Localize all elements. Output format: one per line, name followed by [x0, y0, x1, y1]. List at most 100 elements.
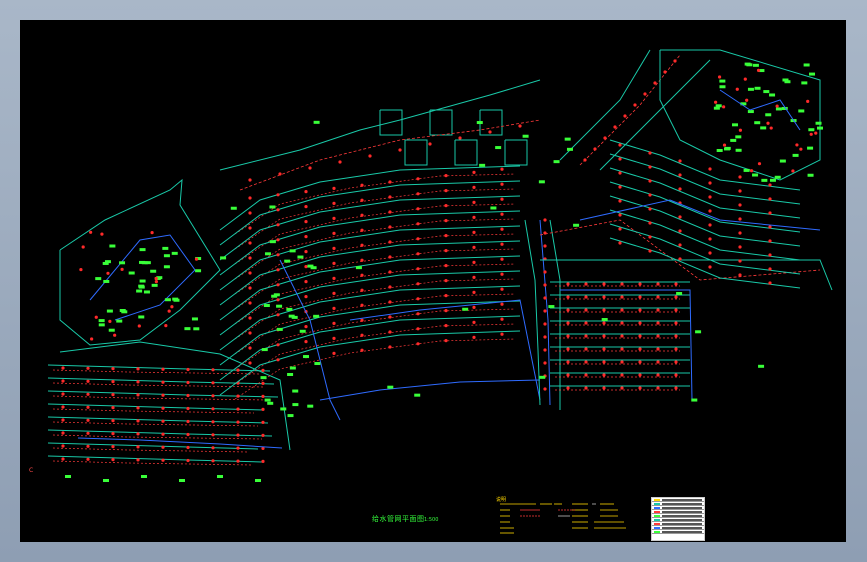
pipe-node: [620, 308, 624, 312]
pipe-node: [86, 405, 90, 409]
pipe-node: [304, 205, 308, 209]
green-label: [138, 315, 145, 319]
pipe-node: [678, 187, 682, 191]
pipe-node: [61, 392, 65, 396]
pipe-node: [360, 303, 364, 307]
pipe-node: [500, 242, 504, 246]
pipe-node: [111, 380, 115, 384]
pipe-node: [150, 231, 154, 235]
pipe-node: [678, 257, 682, 261]
green-label: [566, 147, 573, 151]
pipe-node: [211, 446, 215, 450]
green-label: [758, 364, 765, 368]
pipe-node: [543, 309, 547, 313]
pipe-node: [566, 360, 570, 364]
pipe-node: [602, 360, 606, 364]
pipe-node: [648, 165, 652, 169]
green-label: [760, 126, 767, 130]
pipe-node: [360, 228, 364, 232]
pipe-node: [638, 386, 642, 390]
cad-viewport[interactable]: 给水管网平面图 1:500 C 说明: [20, 20, 846, 542]
green-label: [724, 146, 731, 150]
small-plot: [429, 109, 453, 136]
pipe-node: [360, 198, 364, 202]
service-line: [52, 421, 259, 427]
green-label: [276, 327, 283, 331]
pipe-node: [332, 351, 336, 355]
green-label: [276, 304, 283, 308]
green-label: [98, 319, 105, 323]
pipe-node: [500, 167, 504, 171]
pipe-node: [543, 322, 547, 326]
pipe-node: [799, 147, 803, 151]
pipe-node: [161, 458, 165, 462]
green-label: [116, 319, 123, 323]
service-line: [52, 460, 253, 466]
legend-text: [662, 531, 702, 533]
pipe-node: [248, 331, 252, 335]
pipe-node: [388, 285, 392, 289]
pipe-node: [618, 199, 622, 203]
green-label: [747, 110, 754, 114]
green-label: [141, 261, 148, 265]
pipe-node: [674, 321, 678, 325]
pipe-node: [584, 321, 588, 325]
pipe-node: [276, 253, 280, 257]
center-pipe-a: [279, 259, 341, 421]
east-pipe-loop: [560, 289, 693, 401]
pipe-node: [161, 419, 165, 423]
green-label: [264, 252, 271, 256]
pipe-node: [261, 381, 265, 385]
pipe-node: [86, 431, 90, 435]
pipe-node: [416, 267, 420, 271]
pipe-node: [276, 343, 280, 347]
green-label: [754, 86, 761, 90]
pipe-node: [416, 177, 420, 181]
small-plot: [454, 139, 478, 166]
green-label: [719, 79, 726, 83]
pipe-node: [111, 458, 115, 462]
pipe-node: [583, 158, 587, 162]
pipe-node: [261, 433, 265, 437]
pipe-node: [332, 321, 336, 325]
green-label: [387, 385, 394, 389]
pipe-node: [136, 367, 140, 371]
green-label: [691, 398, 698, 402]
green-label: [313, 120, 320, 124]
green-label: [479, 163, 486, 167]
legend-swatch: [654, 531, 660, 533]
pipe-node: [749, 169, 754, 173]
pipe-node: [602, 347, 606, 351]
green-label: [184, 327, 191, 331]
pipe-node: [738, 231, 742, 235]
drawing-scale: 1:500: [424, 517, 439, 523]
pipe-node: [194, 257, 199, 261]
green-label: [462, 307, 469, 311]
pipe-node: [261, 394, 265, 398]
legend-swatch: [654, 523, 660, 525]
green-label: [414, 393, 421, 397]
pipe-node: [584, 295, 588, 299]
pipe-node: [674, 347, 678, 351]
pipe-node: [186, 367, 190, 372]
legend-table: [651, 497, 705, 541]
pipe-node: [61, 366, 65, 370]
pipe-node: [444, 264, 448, 268]
green-label: [269, 205, 276, 209]
pipe-node: [769, 126, 773, 130]
pipe-node: [248, 286, 252, 290]
pipe-node: [86, 392, 90, 396]
pipe-node: [248, 361, 252, 365]
drawing-canvas: [47, 49, 833, 482]
pipe-node: [360, 213, 364, 217]
pipe-node: [186, 393, 190, 398]
green-label: [769, 178, 776, 182]
pipe-node: [332, 246, 336, 250]
pipe-node: [663, 70, 667, 74]
legend-swatch: [654, 499, 660, 501]
pipe-node: [236, 407, 240, 411]
pipe-node: [656, 334, 660, 338]
green-label: [314, 362, 321, 366]
pipe-node: [248, 211, 252, 215]
pipe-node: [120, 267, 124, 271]
